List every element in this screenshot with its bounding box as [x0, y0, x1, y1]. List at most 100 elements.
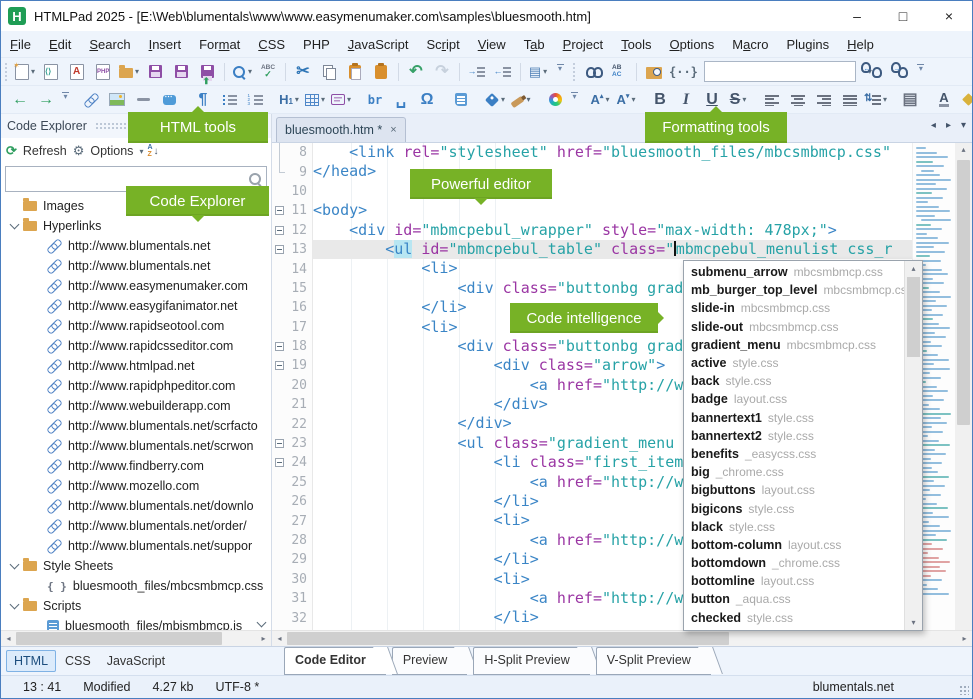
line-number[interactable]: 20 [291, 378, 307, 393]
line-number[interactable]: 10 [291, 184, 307, 199]
menu-insert[interactable]: Insert [140, 34, 191, 55]
autocomplete-item[interactable]: bigicons style.css [684, 499, 904, 517]
menu-view[interactable]: View [469, 34, 515, 55]
autocomplete-item[interactable]: bigbuttons layout.css [684, 481, 904, 499]
bold-button[interactable]: B [648, 89, 672, 111]
bullet-list-button[interactable] [217, 89, 241, 111]
spellcheck-button[interactable] [256, 61, 280, 83]
heading-button[interactable]: H1 ▾ [277, 89, 301, 111]
code-snippet-button[interactable]: {··} [668, 61, 699, 83]
menu-file[interactable]: File [1, 34, 40, 55]
autocomplete-item[interactable]: bannertext2 style.css [684, 427, 904, 445]
tree-item[interactable]: http://www.blumentals.net [1, 236, 271, 256]
document-tab[interactable]: bluesmooth.htm * × [276, 117, 406, 142]
code-line-10[interactable] [313, 182, 912, 201]
autocomplete-item[interactable]: back style.css [684, 372, 904, 390]
replace-button[interactable] [607, 61, 631, 83]
line-number[interactable]: 23 [291, 436, 307, 451]
tree-item[interactable]: http://www.blumentals.net/downlo [1, 496, 271, 516]
menu-macro[interactable]: Macro [723, 34, 777, 55]
code-line-8[interactable]: <link rel="stylesheet" href="bluesmooth_… [313, 143, 912, 162]
resize-grip[interactable] [959, 685, 969, 695]
expander-icon[interactable] [7, 219, 21, 230]
autocomplete-item[interactable]: active style.css [684, 354, 904, 372]
menu-search[interactable]: Search [80, 34, 139, 55]
options-button[interactable]: Options [90, 144, 133, 158]
chevron-down-icon[interactable]: ▾ [139, 147, 143, 156]
find-button[interactable] [581, 61, 605, 83]
tree-item[interactable]: { } bluesmooth_files/mbcsmbmcp.css [1, 576, 271, 596]
line-number[interactable]: 17 [291, 320, 307, 335]
find-next-button[interactable] [887, 61, 911, 83]
open-file-button[interactable]: ▾ [117, 61, 141, 83]
autocomplete-item[interactable]: black style.css [684, 518, 904, 536]
color-picker-button[interactable] [543, 89, 567, 111]
script-button[interactable] [449, 89, 473, 111]
new-php-document-button[interactable] [91, 61, 115, 83]
font-color-button[interactable]: A [932, 89, 956, 111]
code-line-9[interactable]: </head> [313, 162, 912, 181]
line-number[interactable]: 22 [291, 417, 307, 432]
code-line-11[interactable]: <body> [313, 201, 912, 220]
autocomplete-item[interactable]: slide-in mbcsmbmcp.css [684, 299, 904, 317]
tree-folder-scripts[interactable]: Scripts [1, 596, 271, 616]
tree-item[interactable]: http://www.htmlpad.net [1, 356, 271, 376]
encoding[interactable]: UTF-8 * [216, 680, 260, 694]
copy-button[interactable] [317, 61, 341, 83]
undo-button[interactable]: ↶ [404, 61, 428, 83]
autocomplete-item[interactable]: bottomline layout.css [684, 572, 904, 590]
tag-button[interactable]: ▾ [483, 89, 507, 111]
toolbar-grip[interactable] [4, 62, 9, 81]
tree-folder-hyperlinks[interactable]: Hyperlinks [1, 216, 271, 236]
hyperlink-button[interactable] [79, 89, 103, 111]
highlight-color-button[interactable] [958, 89, 972, 111]
toolbar-overflow-button[interactable] [571, 92, 578, 108]
line-number[interactable]: 32 [291, 611, 307, 626]
autocomplete-item[interactable]: bannertext1 style.css [684, 409, 904, 427]
image-button[interactable] [105, 89, 129, 111]
close-button[interactable]: × [926, 1, 972, 31]
align-justify-button[interactable] [838, 89, 862, 111]
quick-find-combobox-input[interactable] [704, 64, 868, 79]
view-tab-h-split-preview[interactable]: H-Split Preview [473, 647, 590, 675]
maximize-button[interactable]: □ [880, 1, 926, 31]
menu-project[interactable]: Project [554, 34, 612, 55]
line-number[interactable]: 16 [291, 300, 307, 315]
forward-button[interactable]: → [34, 89, 58, 111]
new-html-document-button[interactable] [65, 61, 89, 83]
minimize-button[interactable]: – [834, 1, 880, 31]
autocomplete-item[interactable]: slide-out mbcsmbmcp.css [684, 318, 904, 336]
horizontal-rule-button[interactable] [131, 89, 155, 111]
sidebar-tab-css[interactable]: CSS [58, 651, 98, 671]
refresh-button[interactable]: Refresh [23, 144, 67, 158]
toolbar-overflow-button[interactable] [915, 64, 927, 80]
view-tab-preview[interactable]: Preview [391, 647, 468, 675]
sort-az-button[interactable]: A Z ↓ [147, 143, 158, 159]
tree-item[interactable]: http://www.rapidcsseditor.com [1, 336, 271, 356]
sidebar-hscrollbar[interactable]: ◂ ▸ [1, 630, 271, 646]
line-number[interactable]: 9 [299, 165, 307, 180]
line-number[interactable]: 18 [291, 339, 307, 354]
special-character-button[interactable]: Ω [415, 89, 439, 111]
strikethrough-button[interactable]: S ▾ [726, 89, 750, 111]
frames-button[interactable]: ▤ ▾ [526, 61, 550, 83]
tree-item[interactable]: bluesmooth_files/mbjsmbmcp.js [1, 616, 271, 630]
find-in-files-button[interactable] [642, 61, 666, 83]
redo-button[interactable]: ↷ [430, 61, 454, 83]
tree-item[interactable]: http://www.blumentals.net/suppor [1, 536, 271, 556]
line-number[interactable]: 31 [291, 591, 307, 606]
autocomplete-item[interactable]: checked style.css [684, 609, 904, 627]
form-button[interactable]: ▾ [329, 89, 353, 111]
autocomplete-item[interactable]: button _aqua.css [684, 590, 904, 608]
line-number[interactable]: 29 [291, 552, 307, 567]
tree-item[interactable]: http://www.webuilderapp.com [1, 396, 271, 416]
scroll-right-icon[interactable]: ▸ [256, 634, 271, 643]
indent-button[interactable] [465, 61, 489, 83]
sidebar-tab-html[interactable]: HTML [6, 650, 57, 672]
line-number[interactable]: 8 [299, 145, 307, 160]
line-number[interactable]: 13 [291, 242, 307, 257]
line-number[interactable]: 25 [291, 475, 307, 490]
sidebar-tab-javascript[interactable]: JavaScript [100, 651, 172, 671]
line-number[interactable]: 11 [291, 203, 307, 218]
tree-item[interactable]: http://www.blumentals.net [1, 256, 271, 276]
